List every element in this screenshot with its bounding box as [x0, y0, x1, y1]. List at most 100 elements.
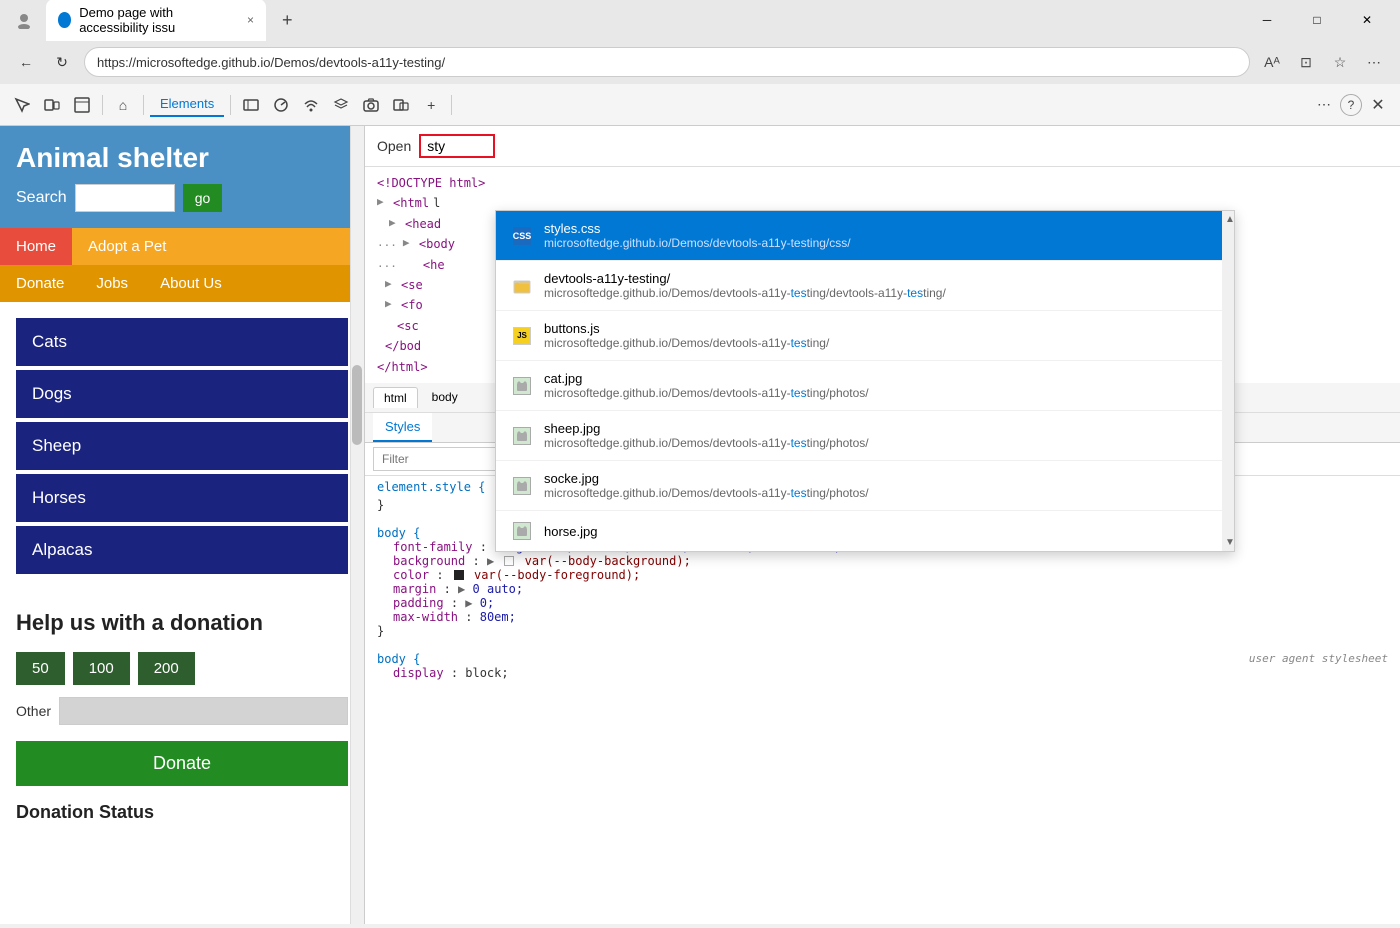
nav-donate[interactable]: Donate [0, 265, 80, 302]
url-bar[interactable]: https://microsoftedge.github.io/Demos/de… [84, 47, 1250, 77]
body2-display-prop: display : block; [377, 666, 1388, 680]
camera-btn[interactable] [357, 91, 385, 119]
scroll-track[interactable] [350, 126, 364, 924]
profile-icon[interactable] [10, 6, 38, 34]
dropdown-item-horse-jpg[interactable]: horse.jpg [496, 511, 1234, 551]
layers-btn[interactable] [327, 91, 355, 119]
devtools-help-btn[interactable]: ? [1340, 94, 1362, 116]
color-swatch-background [504, 556, 514, 566]
add-tab-btn[interactable]: + [417, 91, 445, 119]
dropdown-item-buttons-js[interactable]: JS buttons.js microsoftedge.github.io/De… [496, 311, 1234, 361]
minimize-btn[interactable]: ─ [1244, 4, 1290, 36]
nav-about[interactable]: About Us [144, 265, 238, 302]
nav-home[interactable]: Home [0, 228, 72, 265]
open-file-input[interactable]: sty [427, 138, 487, 154]
wifi-btn[interactable] [297, 91, 325, 119]
amount-100[interactable]: 100 [73, 652, 130, 685]
dropdown-item-socke-jpg[interactable]: socke.jpg microsoftedge.github.io/Demos/… [496, 461, 1234, 511]
new-tab-btn[interactable]: + [274, 6, 301, 35]
html-attrs: l [433, 193, 440, 213]
animal-horses[interactable]: Horses [16, 474, 348, 522]
cat-jpg-path: microsoftedge.github.io/Demos/devtools-a… [544, 386, 869, 400]
animal-cats[interactable]: Cats [16, 318, 348, 366]
url-path: /Demos/devtools-a11y-testing/ [270, 55, 445, 70]
amount-200[interactable]: 200 [138, 652, 195, 685]
tab-favicon [58, 12, 71, 28]
dropdown-scroll-up[interactable]: ▲ [1222, 211, 1234, 228]
nav-jobs[interactable]: Jobs [80, 265, 144, 302]
item-socke-content: socke.jpg microsoftedge.github.io/Demos/… [544, 471, 869, 500]
expand-fo[interactable]: ▶ [385, 295, 397, 314]
browser-tab[interactable]: Demo page with accessibility issu × [46, 0, 266, 41]
search-input[interactable] [75, 184, 175, 212]
dropdown-scroll-down[interactable]: ▼ [1222, 534, 1234, 551]
inspect-element-btn[interactable] [8, 91, 36, 119]
colon-1: : [472, 554, 486, 568]
performance-btn[interactable] [267, 91, 295, 119]
source-line-doctype: <!DOCTYPE html> [377, 173, 1388, 193]
expand-se[interactable]: ▶ [385, 275, 397, 294]
body-close: } [377, 624, 384, 638]
settings-btn[interactable]: ⋯ [1360, 48, 1388, 76]
triangle-margin[interactable]: ▶ [458, 582, 465, 596]
colon-display: : block; [451, 666, 509, 680]
device-toggle-btn[interactable] [38, 91, 66, 119]
network-icon-btn[interactable] [237, 91, 265, 119]
other-amount-input[interactable] [59, 697, 348, 725]
dropdown-item-styles-css[interactable]: CSS styles.css microsoftedge.github.io/D… [496, 211, 1234, 261]
refresh-btn[interactable]: ↻ [48, 48, 76, 76]
search-go-btn[interactable]: go [183, 184, 223, 212]
amount-50[interactable]: 50 [16, 652, 65, 685]
sheep-img-icon [512, 426, 532, 446]
color-swatch-color [454, 570, 464, 580]
triangle-padding[interactable]: ▶ [465, 596, 472, 610]
donation-amounts: 50 100 200 [16, 652, 348, 685]
nav-adopt[interactable]: Adopt a Pet [72, 228, 182, 265]
animal-sheep[interactable]: Sheep [16, 422, 348, 470]
panel-btn[interactable] [68, 91, 96, 119]
devtools-close-btn[interactable]: ✕ [1364, 91, 1392, 119]
maximize-btn[interactable]: □ [1294, 4, 1340, 36]
folder-icon [512, 276, 532, 296]
triangle-background[interactable]: ▶ [487, 554, 494, 568]
back-btn[interactable]: ← [12, 48, 40, 76]
dropdown-item-folder[interactable]: devtools-a11y-testing/ microsoftedge.git… [496, 261, 1234, 311]
folder-path: microsoftedge.github.io/Demos/devtools-a… [544, 286, 946, 300]
donate-btn[interactable]: Donate [16, 741, 348, 786]
body-prop-3: margin : ▶ 0 auto; [377, 582, 1388, 596]
dropdown-item-cat-jpg[interactable]: cat.jpg microsoftedge.github.io/Demos/de… [496, 361, 1234, 411]
socke-jpg-name: socke.jpg [544, 471, 869, 486]
animal-dogs[interactable]: Dogs [16, 370, 348, 418]
expand-html[interactable]: ▶ [377, 193, 389, 212]
donation-status: Donation Status [0, 802, 364, 823]
title-bar: Demo page with accessibility issu × + ─ … [0, 0, 1400, 40]
split-screen-btn[interactable]: ⊡ [1292, 48, 1320, 76]
buttons-js-path: microsoftedge.github.io/Demos/devtools-a… [544, 336, 829, 350]
expand-body[interactable]: ▶ [403, 234, 415, 253]
tab-close-btn[interactable]: × [247, 13, 254, 27]
toolbar-separator-2 [143, 95, 144, 115]
favorites-btn[interactable]: ☆ [1326, 48, 1354, 76]
close-btn[interactable]: ✕ [1344, 4, 1390, 36]
title-bar-left: Demo page with accessibility issu × + [10, 0, 1244, 41]
devtools-more-btn[interactable]: ⋯ [1310, 91, 1338, 119]
home-btn[interactable]: ⌂ [109, 91, 137, 119]
toolbar-separator-3 [230, 95, 231, 115]
colon-2: : [436, 568, 450, 582]
body2-selector: body { [377, 652, 420, 666]
dropdown-item-sheep-jpg[interactable]: sheep.jpg microsoftedge.github.io/Demos/… [496, 411, 1234, 461]
buttons-js-name: buttons.js [544, 321, 829, 336]
scroll-thumb[interactable] [352, 365, 362, 445]
expand-head[interactable]: ▶ [389, 214, 401, 233]
html-tab-body[interactable]: body [422, 387, 468, 408]
styles-tab[interactable]: Styles [373, 413, 432, 442]
html-tab-html[interactable]: html [373, 387, 418, 408]
site-nav: Home Adopt a Pet Donate Jobs About Us [0, 228, 364, 302]
dropdown-scroll-track[interactable]: ▲ ▼ [1222, 211, 1234, 551]
colon-5: : [465, 610, 479, 624]
user-agent-label: user agent stylesheet [1249, 652, 1388, 665]
animal-alpacas[interactable]: Alpacas [16, 526, 348, 574]
read-aloud-btn[interactable]: Aᴬ [1258, 48, 1286, 76]
tab-elements[interactable]: Elements [150, 92, 224, 117]
more-tabs-btn[interactable] [387, 91, 415, 119]
